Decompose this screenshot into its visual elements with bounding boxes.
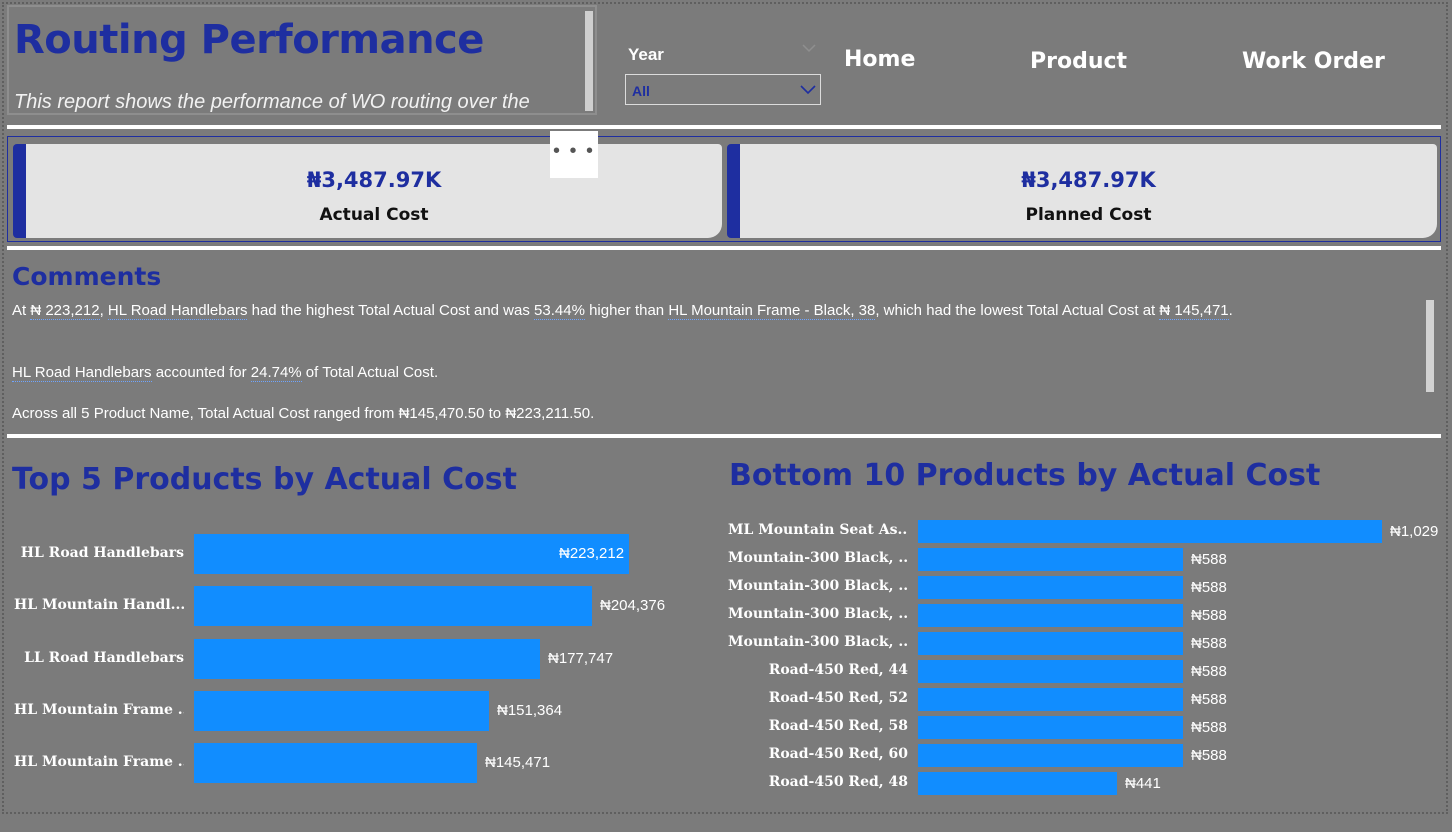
kpi-card-planned-cost[interactable]: ₦3,487.97K Planned Cost — [727, 144, 1437, 238]
bar-data-label: ₦177,747 — [548, 649, 614, 667]
bar-category-label: ML Mountain Seat As... — [728, 522, 908, 539]
bar-category-label: HL Road Handlebars — [20, 544, 184, 561]
comment-text: accounted for — [151, 364, 251, 381]
bar-data-label: ₦588 — [1191, 606, 1227, 624]
bar-category-label: Mountain-300 Black, ... — [728, 606, 908, 623]
chevron-down-icon — [800, 83, 816, 95]
comment-line: At ₦ 223,212, HL Road Handlebars had the… — [12, 302, 1233, 320]
bar-data-label: ₦588 — [1191, 550, 1227, 568]
comment-value[interactable]: ₦ 223,212 — [30, 302, 100, 320]
comment-line: Across all 5 Product Name, Total Actual … — [12, 405, 595, 422]
bar-category-label: HL Mountain Frame ... — [14, 754, 184, 771]
kpi-label: Planned Cost — [1025, 205, 1152, 225]
bar[interactable] — [918, 744, 1183, 767]
bar[interactable] — [918, 716, 1183, 739]
comment-text: , which had the lowest Total Actual Cost… — [875, 302, 1160, 319]
bar[interactable] — [918, 604, 1183, 627]
bar-category-label: HL Mountain Frame ... — [14, 701, 184, 718]
comments-scrollbar[interactable] — [1426, 300, 1434, 392]
comment-text: . — [1228, 302, 1233, 319]
kpi-card-actual-cost[interactable]: ₦3,487.97K Actual Cost — [13, 144, 722, 238]
bar[interactable] — [194, 586, 592, 627]
year-slicer-value: All — [632, 83, 650, 99]
kpi-value: ₦3,487.97K — [1021, 168, 1156, 192]
bottom10-chart-title: Bottom 10 Products by Actual Cost — [729, 458, 1321, 493]
page-subtitle: This report shows the performance of WO … — [14, 91, 530, 113]
bar-category-label: Road-450 Red, 44 — [768, 662, 908, 679]
bar-data-label: ₦588 — [1191, 634, 1227, 652]
bar[interactable] — [918, 688, 1183, 711]
bar-data-label: ₦588 — [1191, 662, 1227, 680]
bar-data-label: ₦151,364 — [497, 701, 563, 719]
bar-category-label: Mountain-300 Black, ... — [728, 550, 908, 567]
bar-category-label: LL Road Handlebars — [24, 649, 184, 666]
year-slicer-label: Year — [628, 45, 664, 64]
comment-line: HL Road Handlebars accounted for 24.74% … — [12, 364, 439, 382]
comment-value[interactable]: HL Road Handlebars — [12, 364, 152, 382]
bar[interactable] — [194, 638, 540, 679]
comment-value[interactable]: 53.44% — [534, 302, 585, 320]
more-options-button[interactable]: • • • — [550, 131, 598, 178]
year-slicer-dropdown[interactable]: All — [625, 74, 821, 105]
bar[interactable] — [194, 743, 477, 784]
nav-product-button[interactable]: Product — [1030, 49, 1127, 74]
kpi-container: ₦3,487.97K Actual Cost ₦3,487.97K Planne… — [7, 136, 1441, 242]
divider — [7, 125, 1441, 129]
bar-category-label: Mountain-300 Black, ... — [728, 578, 908, 595]
title-scrollbar[interactable] — [585, 11, 593, 111]
divider — [7, 246, 1441, 250]
title-textbox: Routing Performance This report shows th… — [7, 5, 597, 115]
top5-chart-title: Top 5 Products by Actual Cost — [12, 462, 517, 497]
nav-work-order-button[interactable]: Work Order — [1242, 49, 1385, 74]
bar-data-label: ₦588 — [1191, 690, 1227, 708]
bar-data-label: ₦588 — [1191, 578, 1227, 596]
bar-data-label: ₦223,212 — [559, 545, 625, 562]
kpi-value: ₦3,487.97K — [306, 168, 442, 192]
bar[interactable] — [918, 520, 1382, 543]
bar-category-label: Road-450 Red, 52 — [768, 690, 908, 707]
bar-category-label: Road-450 Red, 60 — [768, 746, 908, 763]
bar-category-label: Road-450 Red, 48 — [768, 774, 908, 791]
divider — [7, 434, 1441, 438]
comment-value[interactable]: ₦ 145,471 — [1159, 302, 1229, 320]
nav-home-button[interactable]: Home — [844, 47, 915, 72]
kpi-label: Actual Cost — [319, 205, 429, 225]
bar-data-label: ₦588 — [1191, 718, 1227, 736]
comment-text: , — [99, 302, 108, 319]
comment-text: had the highest Total Actual Cost and wa… — [247, 302, 535, 319]
bar[interactable] — [918, 660, 1183, 683]
bar-category-label: HL Mountain Handl... — [14, 597, 184, 614]
comment-text: higher than — [584, 302, 669, 319]
bar-data-label: ₦441 — [1125, 774, 1161, 792]
bar-data-label: ₦145,471 — [485, 754, 551, 772]
bar-data-label: ₦1,029 — [1390, 522, 1439, 540]
bar-data-label: ₦204,376 — [600, 597, 666, 615]
comment-text: of Total Actual Cost. — [301, 364, 439, 381]
bar[interactable] — [918, 772, 1117, 795]
chevron-down-icon[interactable] — [802, 42, 816, 56]
comment-value[interactable]: HL Road Handlebars — [107, 302, 248, 320]
comment-value[interactable]: 24.74% — [250, 364, 302, 382]
bar[interactable] — [918, 632, 1183, 655]
comment-text: At — [12, 302, 31, 319]
bar[interactable] — [194, 690, 489, 731]
bar[interactable] — [918, 548, 1183, 571]
comments-title: Comments — [12, 262, 162, 291]
bar-data-label: ₦588 — [1191, 746, 1227, 764]
bar-category-label: Road-450 Red, 58 — [768, 718, 908, 735]
bar-category-label: Mountain-300 Black, ... — [728, 634, 908, 651]
comment-value[interactable]: HL Mountain Frame - Black, 38 — [668, 302, 876, 320]
page-title: Routing Performance — [14, 17, 484, 63]
bar[interactable] — [918, 576, 1183, 599]
